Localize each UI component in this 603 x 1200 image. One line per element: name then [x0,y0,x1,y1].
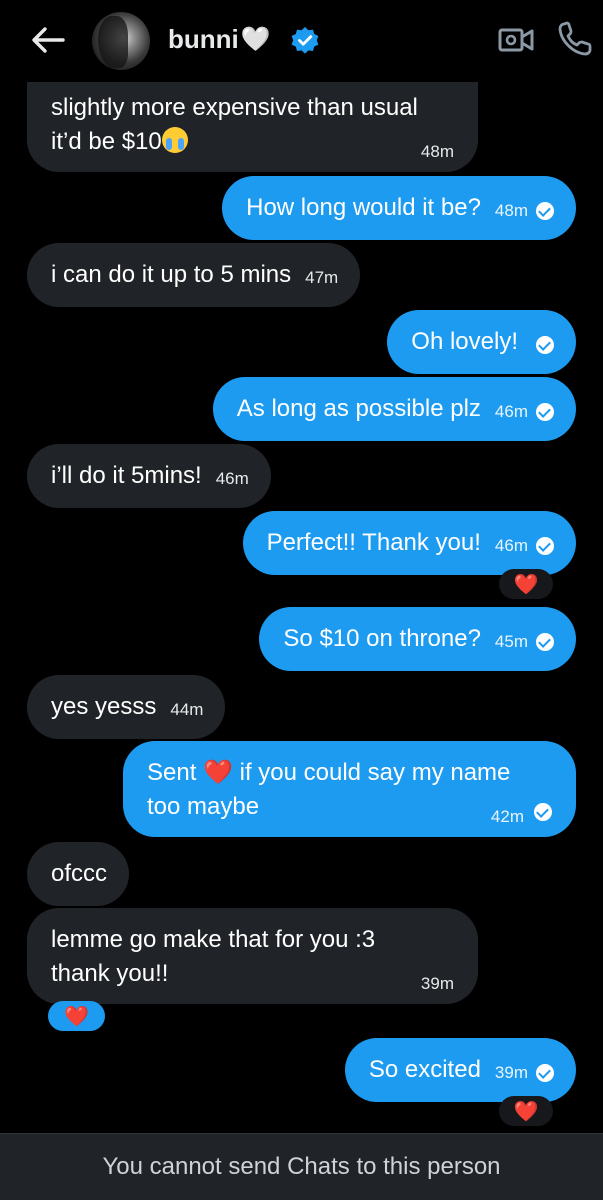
message-bubble-outgoing[interactable]: Oh lovely! [387,310,576,374]
message-text: How long would it be? [246,194,481,221]
read-receipt-icon [536,403,554,421]
message-text-part: Sent [147,759,197,786]
heart-reaction[interactable]: ❤️ [499,569,553,599]
message-timestamp: 46m [494,536,528,555]
message-bubble-outgoing[interactable]: Perfect!! Thank you! 46m [242,511,576,575]
message-bubble-incoming[interactable]: i can do it up to 5 mins 47m [27,243,361,307]
message-text: thank you!! [51,960,169,987]
message-bubble-outgoing[interactable]: How long would it be? 48m [222,176,576,240]
message-bubble-incoming[interactable]: yes yesss 44m [27,675,226,739]
message-bubble-incoming[interactable]: ofccc [27,842,130,906]
message-timestamp: 48m [494,201,528,220]
phone-icon[interactable] [556,18,596,58]
message-bubble-incoming[interactable]: slightly more expensive than usual it’d … [27,70,478,172]
message-text: lemme go make that for you :3 [51,926,376,953]
dm-conversation-screen: bunni 🤍 slightly more expensive than usua… [0,0,603,1200]
contact-name-text: bunni [168,24,239,54]
crying-face-emoji [161,127,188,153]
message-text: Sent ❤️ if you could say my name [147,757,510,789]
message-timestamp: 45m [494,632,528,651]
message-text: i can do it up to 5 mins [51,261,292,288]
message-text: it’d be $10 [51,126,188,158]
message-text-part: if you could say my name [239,759,511,786]
avatar[interactable] [92,12,150,70]
message-timestamp: 46m [215,469,249,488]
message-timestamp: 39m [420,974,454,993]
message-bubble-incoming[interactable]: lemme go make that for you :3 thank you!… [27,908,478,1004]
back-button[interactable] [26,20,70,60]
read-receipt-icon [536,202,554,220]
message-timestamp: 46m [494,402,528,421]
message-text: Perfect!! Thank you! [266,529,481,556]
heart-reaction[interactable]: ❤️ [48,1001,105,1031]
verified-badge-icon [291,27,319,54]
read-receipt-icon [536,633,554,651]
message-text: ofccc [51,860,108,887]
message-timestamp: 47m [305,268,339,287]
message-text: i’ll do it 5mins! [51,462,202,489]
read-receipt-icon [536,336,554,354]
message-bubble-outgoing[interactable]: So excited 39m [344,1038,576,1102]
cannot-send-notice: You cannot send Chats to this person [102,1153,501,1180]
message-text: So $10 on throne? [283,625,481,652]
message-bubble-outgoing[interactable]: Sent ❤️ if you could say my name too may… [123,741,576,837]
white-heart-emoji: 🤍 [240,26,271,53]
message-text: As long as possible plz [236,395,481,422]
conversation-header: bunni 🤍 [0,0,603,82]
message-timestamp: 48m [420,142,454,161]
message-text: yes yesss [51,693,157,720]
message-text-part: it’d be $10 [51,128,162,155]
message-timestamp: 44m [170,700,204,719]
read-receipt-icon [536,537,554,555]
back-arrow-icon [32,27,65,53]
message-bubble-outgoing[interactable]: As long as possible plz 46m [212,377,576,441]
contact-name[interactable]: bunni 🤍 [168,24,271,55]
video-call-icon[interactable] [496,20,536,60]
cannot-send-notice-bar: You cannot send Chats to this person [0,1133,603,1200]
message-bubble-incoming[interactable]: i’ll do it 5mins! 46m [27,444,271,508]
red-heart-emoji: ❤️ [203,759,233,786]
message-text: Oh lovely! [411,328,518,355]
message-text: So excited [368,1056,481,1083]
message-timestamp: 39m [494,1063,528,1082]
message-text: slightly more expensive than usual [51,94,418,121]
message-timestamp: 42m [490,807,524,826]
message-bubble-outgoing[interactable]: So $10 on throne? 45m [259,607,576,671]
message-text: too maybe [147,793,260,820]
read-receipt-icon [536,1064,554,1082]
read-receipt-icon [534,803,552,821]
heart-reaction[interactable]: ❤️ [499,1096,553,1126]
